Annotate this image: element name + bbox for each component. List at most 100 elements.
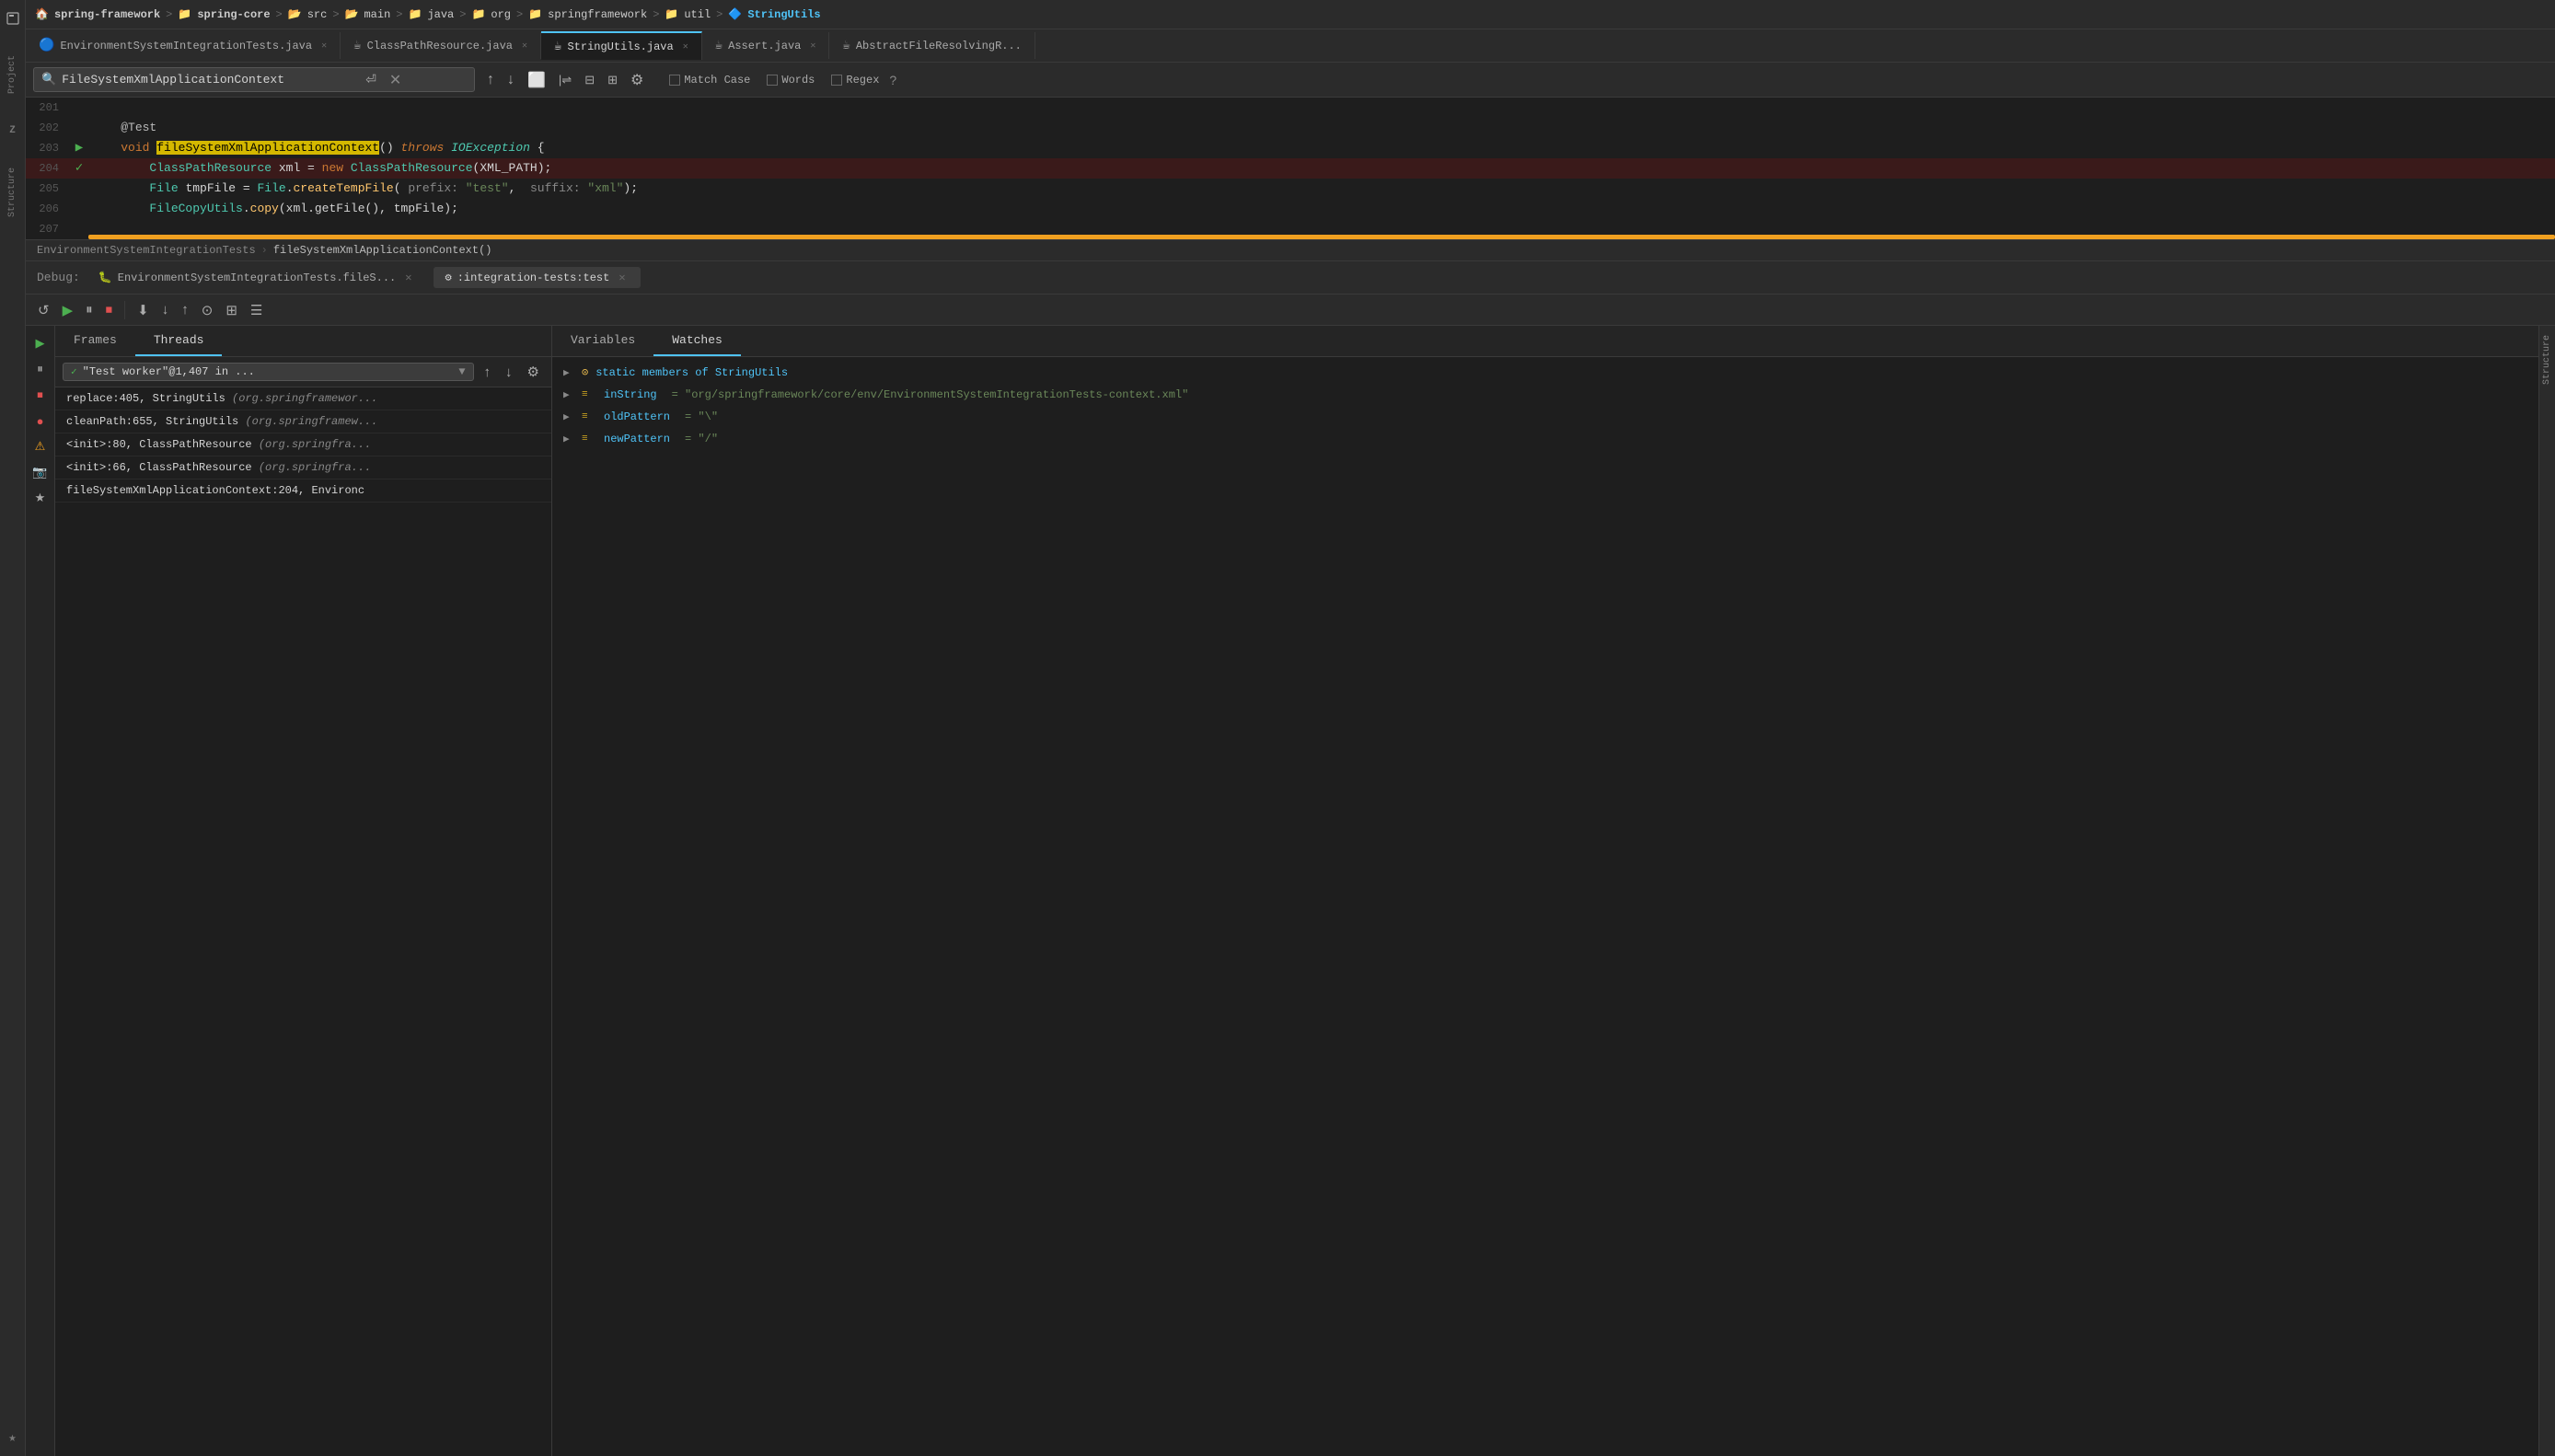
sidebar-project-label[interactable]: Project xyxy=(6,52,19,98)
frame-item-4[interactable]: fileSystemXmlApplicationContext:204, Env… xyxy=(55,480,551,503)
words-checkbox[interactable] xyxy=(767,75,778,86)
frame-item-1[interactable]: cleanPath:655, StringUtils (org.springfr… xyxy=(55,410,551,433)
debug-restart-button[interactable]: ↺ xyxy=(33,299,54,321)
breadcrumb-src[interactable]: src xyxy=(307,8,328,21)
debug-step-out-button[interactable]: ↑ xyxy=(177,299,193,320)
var-row-static[interactable]: ▶ ⊙ static members of StringUtils xyxy=(552,361,2538,384)
debug-step-into-button[interactable]: ↓ xyxy=(157,299,174,320)
match-case-option[interactable]: Match Case xyxy=(663,71,757,89)
var-row-oldpattern[interactable]: ▶ ≡ oldPattern = "\" xyxy=(552,406,2538,428)
debug-camera-btn[interactable]: 📷 xyxy=(30,462,51,482)
tab-abstractfile[interactable]: ☕ AbstractFileResolvingR... xyxy=(829,32,1035,59)
debug-favorites-btn[interactable]: ★ xyxy=(30,488,51,508)
debug-more-button[interactable]: ☰ xyxy=(246,299,267,321)
debug-resume-button[interactable]: ▶ xyxy=(58,299,78,321)
breadcrumb-java[interactable]: java xyxy=(427,8,454,21)
tab-watches[interactable]: Watches xyxy=(653,326,741,356)
debug-pause-side-btn[interactable]: ⏸ xyxy=(30,359,51,379)
tab-classpathresource[interactable]: ☕ ClassPathResource.java ✕ xyxy=(341,32,541,59)
tab-stringutils[interactable]: ☕ StringUtils.java ✕ xyxy=(541,31,702,60)
thread-up-btn[interactable]: ↑ xyxy=(480,362,496,383)
var-row-instring[interactable]: ▶ ≡ inString = "org/springframework/core… xyxy=(552,384,2538,406)
thread-filter-btn[interactable]: ⚙ xyxy=(523,361,544,383)
debug-step-over-button[interactable]: ⬇ xyxy=(133,299,154,321)
search-prev-button[interactable]: ⏎ xyxy=(362,70,380,89)
play-icon[interactable]: ▶ xyxy=(75,138,83,158)
thread-down-btn[interactable]: ↓ xyxy=(501,362,517,383)
line-num-204: 204 xyxy=(26,158,70,179)
sidebar-favorites-icon[interactable]: ★ xyxy=(2,1427,24,1449)
words-option[interactable]: Words xyxy=(760,71,821,89)
frame-item-3[interactable]: <init>:66, ClassPathResource (org.spring… xyxy=(55,456,551,480)
debug-run-to-cursor-button[interactable]: ⊙ xyxy=(197,299,218,321)
tab-assert[interactable]: ☕ Assert.java ✕ xyxy=(702,32,830,59)
debug-tab-env[interactable]: 🐛 EnvironmentSystemIntegrationTests.file… xyxy=(87,267,427,288)
sidebar-z-icon[interactable]: Z xyxy=(2,120,24,142)
breadcrumb-project-label[interactable]: spring-framework xyxy=(54,8,160,21)
search-up-button[interactable]: ↑ xyxy=(482,69,499,91)
sidebar-project-icon[interactable] xyxy=(2,7,24,29)
tab-variables[interactable]: Variables xyxy=(552,326,653,356)
debug-tab-integration[interactable]: ⚙ :integration-tests:test ✕ xyxy=(434,267,640,288)
tab-classpathresource-close[interactable]: ✕ xyxy=(522,40,527,52)
search-clear-button[interactable]: ✕ xyxy=(386,71,405,89)
debug-pause-button[interactable]: ⏸ xyxy=(81,299,98,320)
search-context-button[interactable]: ⊟ xyxy=(580,70,599,90)
expand-static-icon[interactable]: ▶ xyxy=(563,366,574,379)
frame-item-0[interactable]: replace:405, StringUtils (org.springfram… xyxy=(55,387,551,410)
debug-stop-side-btn[interactable]: ⏹ xyxy=(30,385,51,405)
tab-env-close[interactable]: ✕ xyxy=(321,40,327,52)
debug-breakpoint-btn[interactable]: ● xyxy=(30,410,51,431)
search-pin-button[interactable]: |⇌ xyxy=(554,70,576,90)
sidebar-structure-label[interactable]: Structure xyxy=(6,164,19,221)
debug-warning-btn[interactable]: ⚠ xyxy=(30,436,51,456)
search-filter-button[interactable]: ⚙ xyxy=(626,68,648,92)
debug-panel-content: ▶ ⏸ ⏹ ● ⚠ 📷 ★ Frames Threads ✓ "Test wor… xyxy=(26,326,2555,1456)
debug-tab-integration-close[interactable]: ✕ xyxy=(615,271,629,284)
expand-newpattern-icon[interactable]: ▶ xyxy=(563,433,574,445)
search-expand-button[interactable]: ⊞ xyxy=(603,70,622,90)
tab-threads[interactable]: Threads xyxy=(135,326,223,356)
search-input-wrap: 🔍 ⏎ ✕ xyxy=(33,67,475,92)
match-case-checkbox[interactable] xyxy=(669,75,680,86)
expand-instring-icon[interactable]: ▶ xyxy=(563,388,574,401)
code-line-202: 202 @Test xyxy=(26,118,2555,138)
breadcrumb-springframework[interactable]: springframework xyxy=(548,8,647,21)
search-input[interactable] xyxy=(62,73,356,87)
breadcrumb-util[interactable]: util xyxy=(684,8,711,21)
expand-oldpattern-icon[interactable]: ▶ xyxy=(563,410,574,423)
thread-select[interactable]: ✓ "Test worker"@1,407 in ... ▼ xyxy=(63,363,474,381)
debug-tab-env-close[interactable]: ✕ xyxy=(401,271,415,284)
regex-checkbox[interactable] xyxy=(831,75,842,86)
line-num-203: 203 xyxy=(26,138,70,158)
tab-assert-icon: ☕ xyxy=(715,38,723,53)
static-icon: ⊙ xyxy=(582,365,588,379)
breadcrumb-class[interactable]: EnvironmentSystemIntegrationTests xyxy=(37,244,256,257)
tab-stringutils-close[interactable]: ✕ xyxy=(683,41,688,52)
breadcrumb-org[interactable]: org xyxy=(491,8,511,21)
structure-label[interactable]: Structure xyxy=(2542,335,2552,385)
tab-assert-close[interactable]: ✕ xyxy=(810,40,815,52)
tab-env-integration[interactable]: 🔵 EnvironmentSystemIntegrationTests.java… xyxy=(26,32,341,59)
code-breadcrumb: EnvironmentSystemIntegrationTests › file… xyxy=(26,239,2555,260)
file-tabs: 🔵 EnvironmentSystemIntegrationTests.java… xyxy=(26,29,2555,63)
debug-evaluate-button[interactable]: ⊞ xyxy=(221,299,242,321)
frames-toolbar: ✓ "Test worker"@1,407 in ... ▼ ↑ ↓ ⚙ xyxy=(55,357,551,387)
breadcrumb-stringutils[interactable]: StringUtils xyxy=(747,8,820,21)
breadcrumb-spring-core[interactable]: spring-core xyxy=(197,8,270,21)
tab-frames[interactable]: Frames xyxy=(55,326,135,356)
check-icon[interactable]: ✓ xyxy=(75,158,83,179)
regex-option[interactable]: Regex xyxy=(825,71,885,89)
breadcrumb-project[interactable]: 🏠 xyxy=(35,7,49,21)
search-down-button[interactable]: ↓ xyxy=(503,69,519,91)
debug-stop-button[interactable]: ⏹ xyxy=(101,299,118,320)
var-row-newpattern[interactable]: ▶ ≡ newPattern = "/" xyxy=(552,428,2538,450)
breadcrumb-method[interactable]: fileSystemXmlApplicationContext() xyxy=(273,244,492,257)
frame-item-2[interactable]: <init>:80, ClassPathResource (org.spring… xyxy=(55,433,551,456)
search-occurrences-button[interactable]: ⬜ xyxy=(523,68,550,92)
debug-run-btn[interactable]: ▶ xyxy=(30,333,51,353)
line-content-203: void fileSystemXmlApplicationContext() t… xyxy=(88,138,2555,158)
breadcrumb-main[interactable]: main xyxy=(364,8,390,21)
search-help-button[interactable]: ? xyxy=(889,73,896,87)
match-case-label: Match Case xyxy=(684,74,750,87)
